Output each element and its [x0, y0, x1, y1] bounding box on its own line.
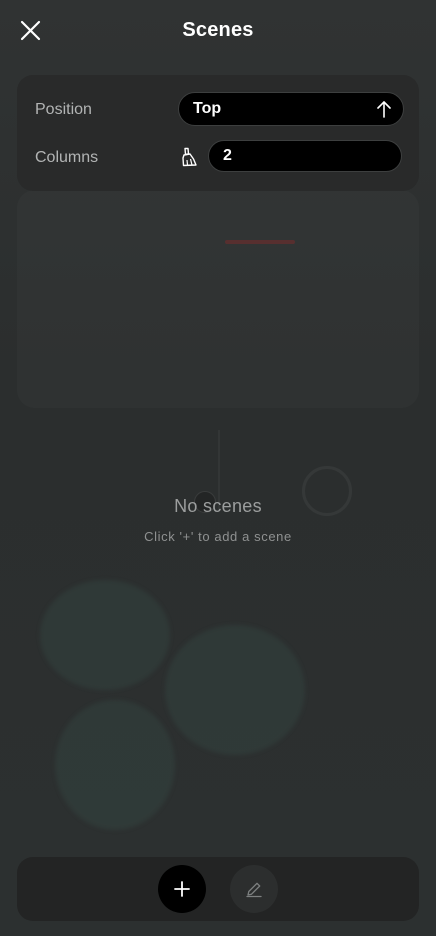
bottom-toolbar — [17, 857, 419, 921]
page-title: Scenes — [182, 19, 254, 41]
position-row: Position Top — [17, 92, 419, 128]
position-label: Position — [35, 101, 92, 118]
edit-scenes-button[interactable] — [230, 865, 278, 913]
plus-icon — [174, 881, 190, 897]
columns-label: Columns — [35, 149, 99, 166]
columns-input[interactable] — [208, 140, 402, 172]
brush-icon — [182, 147, 197, 167]
background-blob — [40, 580, 170, 690]
background-card — [17, 190, 419, 408]
columns-row: Columns — [17, 140, 419, 176]
add-scene-button[interactable] — [158, 865, 206, 913]
background-indicator — [225, 240, 295, 244]
empty-state-title: No scenes — [174, 496, 262, 516]
background-blob — [165, 625, 305, 755]
arrow-up-icon — [377, 101, 391, 118]
empty-state-subtitle: Click '+' to add a scene — [144, 529, 292, 544]
position-value: Top — [193, 100, 222, 117]
reset-columns-button[interactable] — [179, 146, 201, 168]
header: Scenes — [0, 0, 436, 64]
background-blob — [55, 700, 175, 830]
position-select[interactable]: Top — [178, 92, 404, 126]
pencil-icon — [246, 882, 262, 898]
scenes-settings-panel: Position Top Columns — [17, 75, 419, 191]
